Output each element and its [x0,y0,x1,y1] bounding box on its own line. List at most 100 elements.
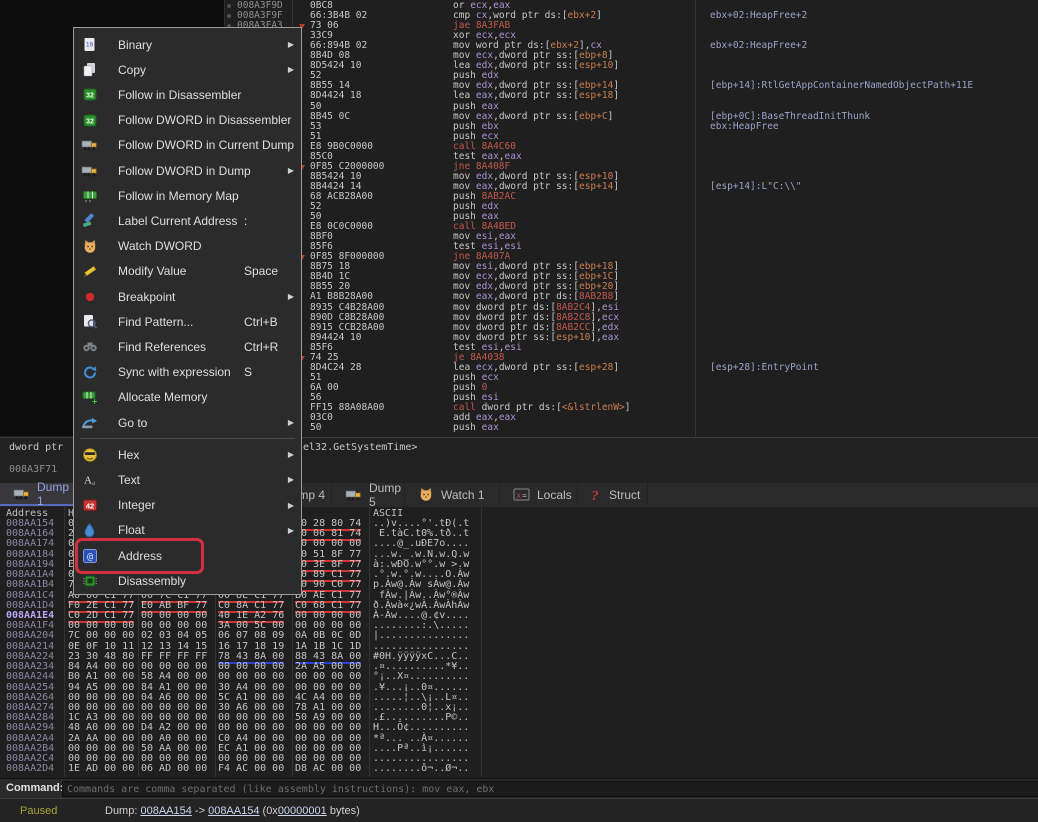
menu-item-label-current-address[interactable]: Label Current Address: [74,208,301,233]
menu-item-allocate-memory[interactable]: +Allocate Memory [74,385,301,410]
dump-hex-group[interactable]: 00 00 00 00 [218,672,284,682]
menu-item-follow-in-disassembler[interactable]: 32Follow in Disassembler [74,82,301,107]
menu-item-label: Hex [118,448,139,462]
command-input[interactable] [62,781,1038,797]
memmap-icon [81,187,98,204]
dump-address[interactable]: 008AA204 [6,631,54,641]
dump-row[interactable]: 008AA2D4 1E AD 00 00 06 AD 00 00 F4 AC 00 0… [0,764,520,774]
locals-icon: x= [513,488,530,501]
menu-item-follow-dword-in-dump[interactable]: Follow DWORD in Dump▶ [74,158,301,183]
disasm-comment: [ebp+14]:RtlGetAppContainerNamedObjectPa… [710,81,973,91]
dump-address[interactable]: 008AA1B4 [6,580,54,590]
menu-item-find-references[interactable]: Find ReferencesCtrl+R [74,334,301,359]
command-bar: Command: [0,778,1038,799]
breakpoint-dot[interactable] [227,14,231,18]
menu-item-find-pattern[interactable]: Find Pattern...Ctrl+B [74,309,301,334]
tab-dump-1[interactable]: Dump 1 [0,483,74,506]
dump-hex-group[interactable]: 00 00 00 00 [295,723,361,733]
status-dump-from-link[interactable]: 008AA154 [140,805,191,817]
menu-item-breakpoint[interactable]: Breakpoint▶ [74,284,301,309]
status-bytes-link[interactable]: 00000001 [278,805,327,817]
dump-ascii[interactable]: ........ô¬..Ø¬.. [373,764,469,774]
menu-item-text[interactable]: AaText▶ [74,467,301,492]
menu-item-disassembly[interactable]: Disassembly [74,568,301,593]
menu-item-sync-with-expression[interactable]: Sync with expressionS [74,360,301,385]
svg-text:x: x [516,491,521,500]
status-paused-badge: Paused [20,805,57,817]
dump-hex-group[interactable]: D8 AC 00 00 [295,764,361,774]
dump-hex-group[interactable]: 48 A0 00 00 [68,723,134,733]
dump-hex-group[interactable]: 00 00 00 00 [218,723,284,733]
info-line1-left: dword ptr [9,442,63,453]
dump-hex-group[interactable]: F4 AC 00 00 [218,764,284,774]
menu-item-follow-dword-in-current-dump[interactable]: Follow DWORD in Current Dump [74,133,301,158]
dump-hex-group[interactable]: 58 A4 00 00 [141,672,207,682]
dump-hex-group[interactable]: 06 07 08 09 [218,631,284,641]
disasm-chip-icon [81,572,98,589]
menu-item-follow-dword-in-disassembler[interactable]: 32Follow DWORD in Disassembler [74,108,301,133]
dump-hex-group[interactable]: B0 A1 00 00 [68,672,134,682]
menu-item-modify-value[interactable]: Modify ValueSpace [74,259,301,284]
menu-item-follow-in-memory-map[interactable]: Follow in Memory Map [74,183,301,208]
menu-item-label: Go to [118,416,147,430]
tab-label: Struct [609,488,640,502]
disasm-instruction[interactable]: push eax [453,423,499,433]
menu-item-go-to[interactable]: Go to▶ [74,410,301,435]
dump-ascii[interactable]: °¡..X¤.......... [373,672,469,682]
copy-icon [81,61,98,78]
submenu-arrow-icon: ▶ [288,292,294,301]
tab-watch-1[interactable]: Watch 1 [405,483,500,506]
svg-text:A: A [84,475,92,487]
breakpoint-dot[interactable] [227,4,231,8]
dump-address[interactable]: 008AA2D4 [6,764,54,774]
hex-face-icon [81,446,98,463]
dump-ascii[interactable]: p.Àw@.Àw sÀw@.Àw [373,580,469,590]
status-dump-to-link[interactable]: 008AA154 [208,805,259,817]
menu-item-label: Watch DWORD [118,239,202,253]
menu-item-float[interactable]: Float▶ [74,518,301,543]
disasm-row[interactable]: 008A3F9F66:3B4B 02cmp cx,word ptr ds:[eb… [0,11,1038,21]
menu-item-copy[interactable]: Copy▶ [74,57,301,82]
menu-item-hex[interactable]: Hex▶ [74,442,301,467]
dump-address[interactable]: 008AA174 [6,539,54,549]
menu-item-label: Address [118,549,162,563]
disasm-bytes[interactable]: 50 [310,423,321,433]
dump-hex-group[interactable]: 1E AD 00 00 [68,764,134,774]
dump-ascii[interactable]: |............... [373,631,469,641]
dump-hex-group[interactable]: 00 00 00 00 [295,539,361,549]
menu-item-integer[interactable]: 42Integer▶ [74,493,301,518]
tab-locals[interactable]: x=Locals [500,483,578,506]
tab-label: Dump 5 [369,481,404,509]
breakpoint-icon [81,288,98,305]
dump-hex-group[interactable]: 02 03 04 05 [141,631,207,641]
submenu-arrow-icon: ▶ [288,501,294,510]
menu-item-label: Follow DWORD in Disassembler [118,113,291,127]
disasm-bytes[interactable]: 8935 C4B28A00 [310,303,384,313]
menu-item-watch-dword[interactable]: Watch DWORD [74,234,301,259]
disasm-bytes[interactable]: 8D4424 18 [310,91,361,101]
menu-item-binary[interactable]: 10Binary▶ [74,32,301,57]
tab-dump-5[interactable]: Dump 5 [332,483,405,506]
truck-icon [81,137,98,154]
dump-ascii[interactable]: H...Ô¢.......... [373,723,469,733]
menu-item-address[interactable]: @Address [74,543,301,568]
dump-address[interactable]: 008AA294 [6,723,54,733]
dump-row[interactable]: 008AA204 7C 00 00 00 02 03 04 05 06 07 08 0… [0,631,520,641]
disasm-bytes[interactable]: 50 [310,102,321,112]
menu-item-label: Copy [118,63,146,77]
dump-hex-group[interactable]: 00 00 00 00 [295,672,361,682]
dump-hex-group[interactable]: 06 AD 00 00 [141,764,207,774]
tab-struct[interactable]: ? Struct [578,483,648,506]
dump-hex-group[interactable]: 7C 00 00 00 [68,631,134,641]
disasm-bytes[interactable]: A1 B8B28A00 [310,292,373,302]
dump-row[interactable]: 008AA244 B0 A1 00 00 58 A4 00 00 00 00 00 0… [0,672,520,682]
dump-hex-group[interactable]: 0A 0B 0C 0D [295,631,361,641]
dump-row[interactable]: 008AA294 48 A0 00 00 D4 A2 00 00 00 00 00 0… [0,723,520,733]
find-pattern-icon [81,313,98,330]
dump-ascii[interactable]: ....@_.uÐE7o.... [373,539,469,549]
menu-item-shortcut: : [244,214,247,228]
svg-text:?: ? [592,489,599,503]
dump-address[interactable]: 008AA244 [6,672,54,682]
dump-hex-group[interactable]: D4 A2 00 00 [141,723,207,733]
menu-item-label: Follow DWORD in Dump [118,164,251,178]
